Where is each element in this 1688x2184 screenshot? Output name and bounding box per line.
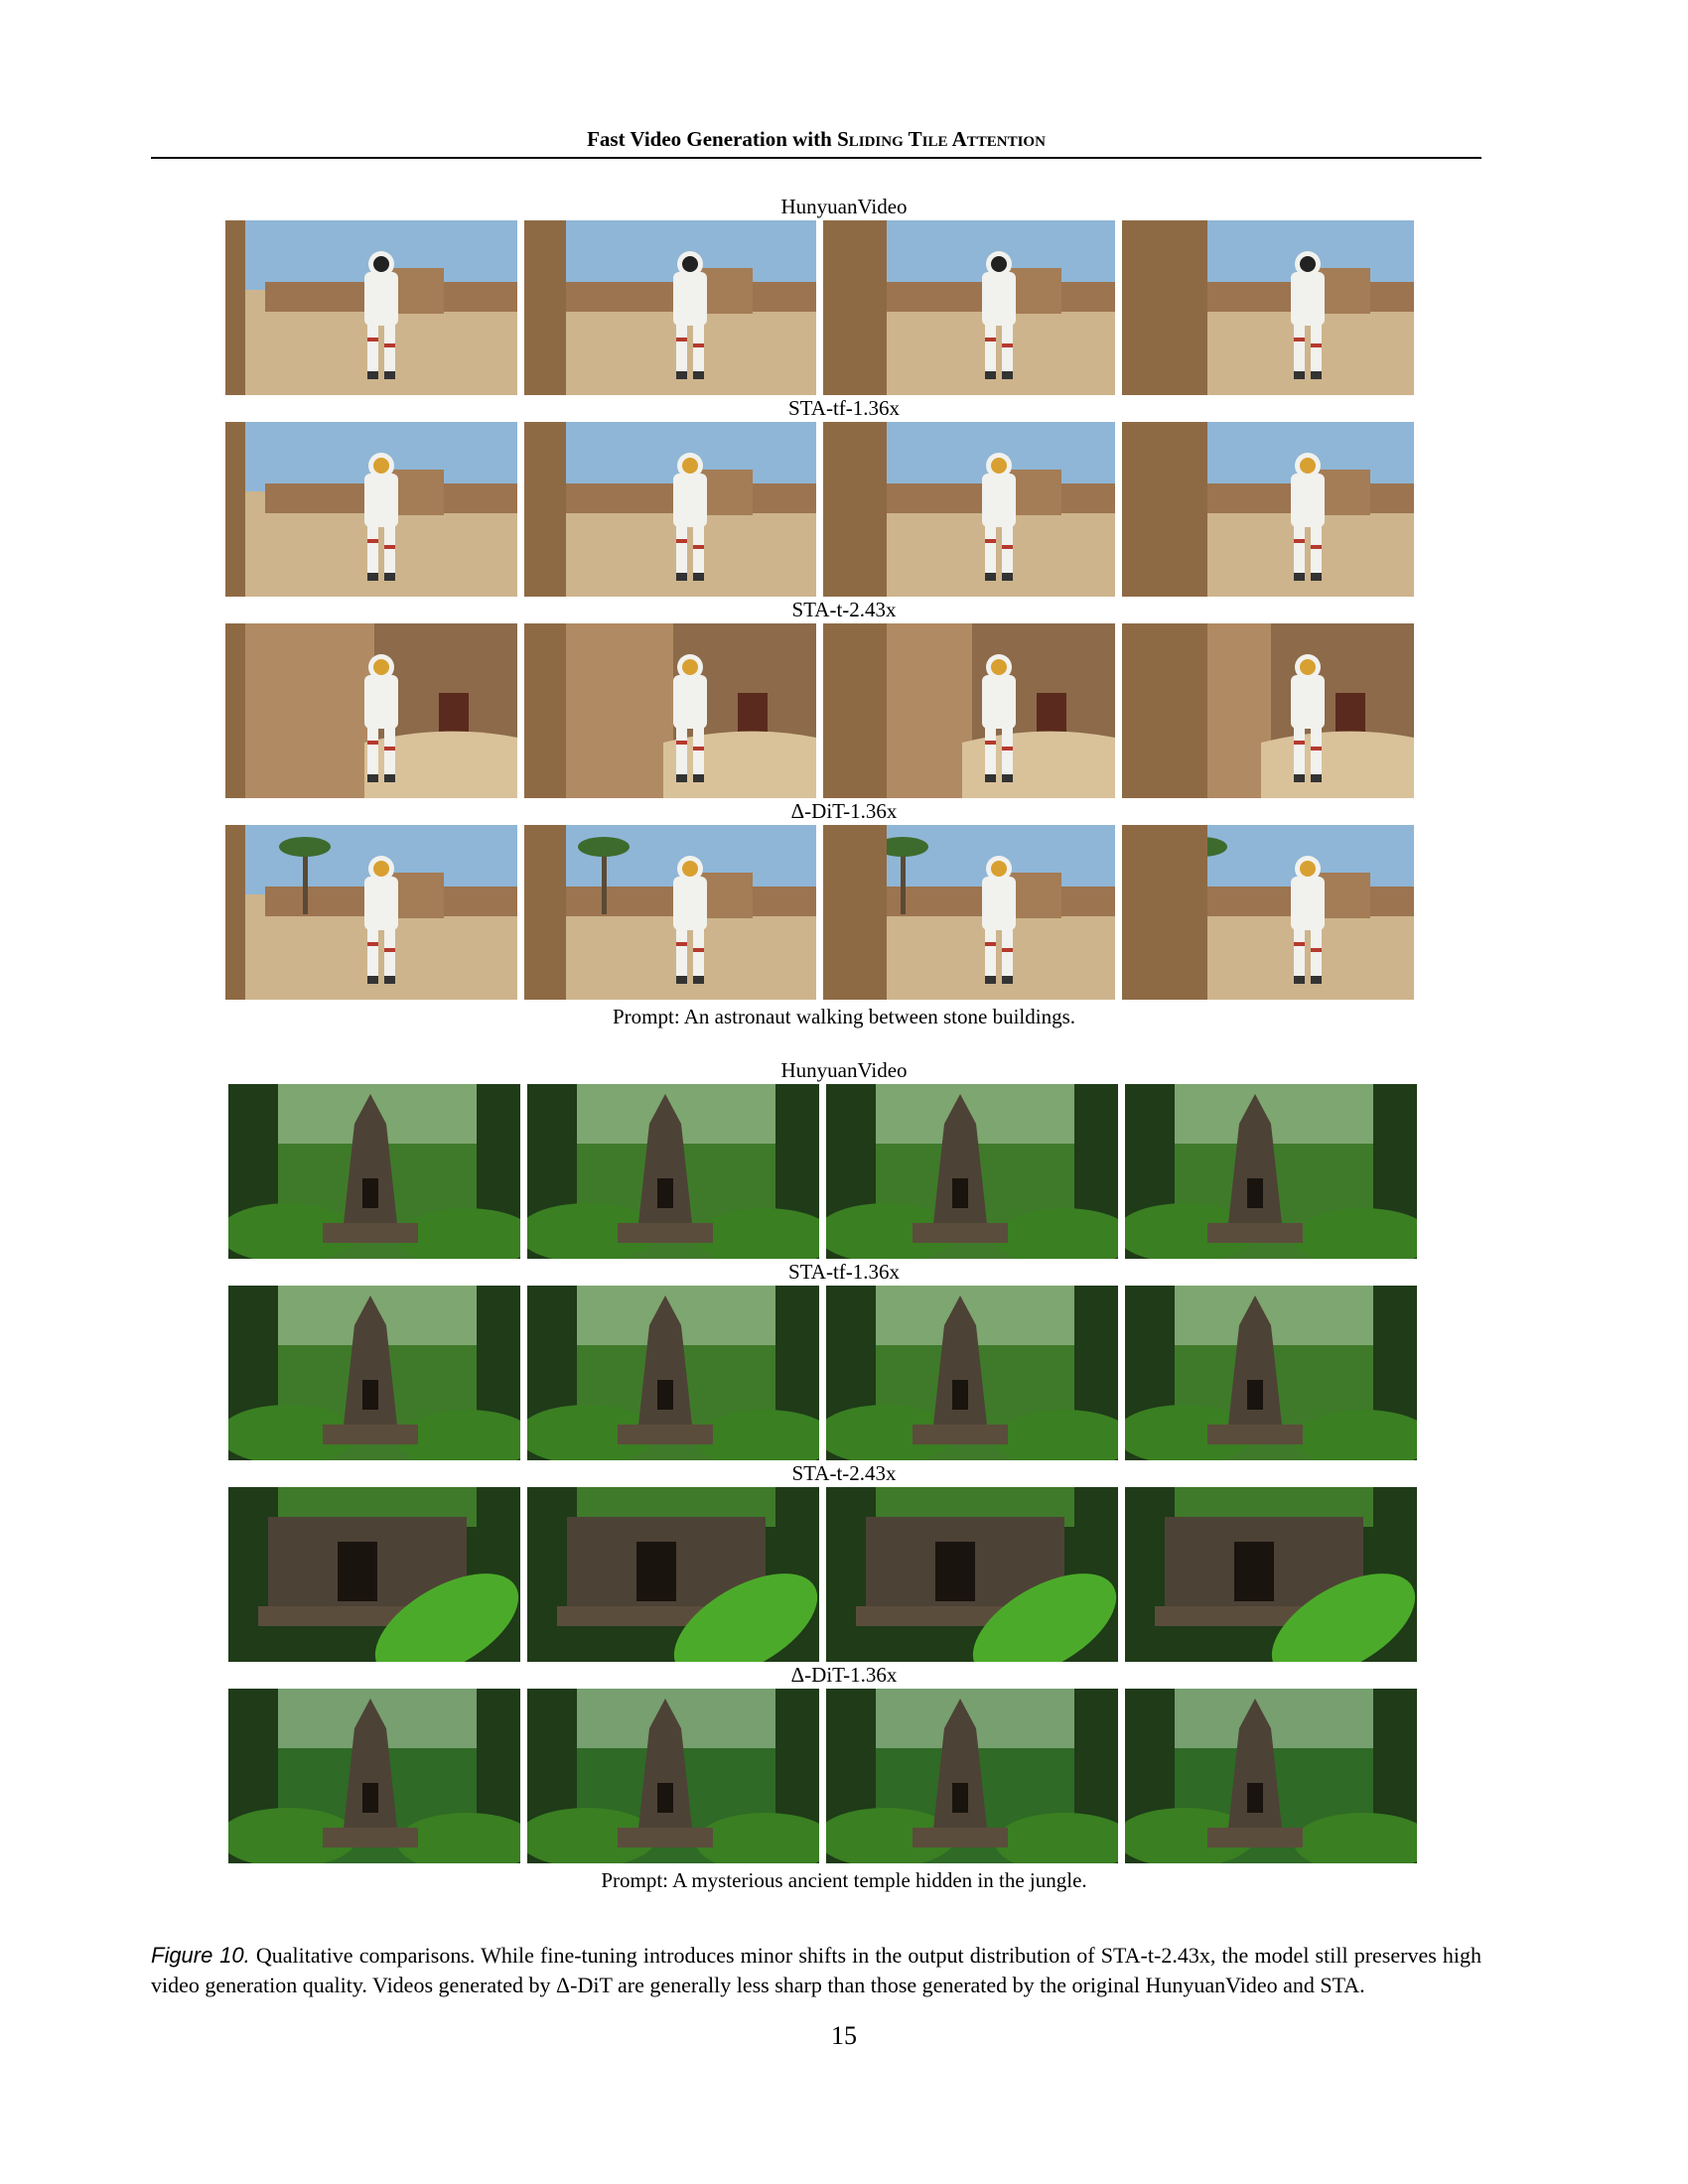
video-frame-image	[1122, 825, 1414, 1000]
prompt-text: Prompt: An astronaut walking between sto…	[612, 1005, 1076, 1028]
video-frame	[228, 1286, 520, 1460]
video-frame	[527, 1286, 819, 1460]
video-frame-image	[228, 1084, 520, 1259]
video-frame	[1122, 623, 1414, 798]
figure-caption: Figure 10. Qualitative comparisons. Whil…	[151, 1941, 1481, 2000]
video-frame-image	[225, 220, 517, 395]
row-label: Δ-DiT-1.36x	[790, 1663, 898, 1687]
video-frame	[1122, 422, 1414, 597]
caption-label: Figure 10.	[151, 1943, 250, 1968]
video-frame	[228, 1487, 520, 1662]
video-frame	[524, 220, 816, 395]
page-number: 15	[831, 2021, 857, 2050]
video-frame-image	[1125, 1689, 1417, 1863]
video-frame-image	[1122, 422, 1414, 597]
video-frame	[823, 422, 1115, 597]
video-frame-image	[524, 623, 816, 798]
video-frame-image	[823, 623, 1115, 798]
video-frame-image	[225, 422, 517, 597]
video-frame-image	[1125, 1286, 1417, 1460]
video-frame-image	[524, 220, 816, 395]
video-frame-image	[1125, 1084, 1417, 1259]
header-rule	[151, 157, 1481, 159]
video-frame-image	[524, 422, 816, 597]
video-frame	[1122, 220, 1414, 395]
video-frame	[527, 1084, 819, 1259]
video-frame	[1125, 1084, 1417, 1259]
running-head: Fast Video Generation with Sliding Tile …	[151, 127, 1481, 152]
row-label: HunyuanVideo	[780, 1058, 908, 1082]
video-frame-image	[826, 1084, 1118, 1259]
video-frame	[524, 422, 816, 597]
video-frame	[225, 422, 517, 597]
video-frame-image	[527, 1487, 819, 1662]
video-frame-image	[1125, 1487, 1417, 1662]
frame-strip	[228, 1286, 1417, 1460]
video-frame	[826, 1286, 1118, 1460]
video-frame	[225, 220, 517, 395]
video-frame-image	[228, 1689, 520, 1863]
video-frame-image	[826, 1487, 1118, 1662]
video-frame	[823, 825, 1115, 1000]
video-frame-image	[228, 1487, 520, 1662]
video-frame	[527, 1487, 819, 1662]
video-frame	[228, 1084, 520, 1259]
running-head-smallcaps: Sliding Tile Attention	[837, 127, 1046, 151]
video-frame	[823, 623, 1115, 798]
video-frame	[1125, 1487, 1417, 1662]
video-frame-image	[823, 825, 1115, 1000]
video-frame-image	[823, 422, 1115, 597]
video-frame-image	[527, 1084, 819, 1259]
video-frame	[524, 825, 816, 1000]
caption-text: Qualitative comparisons. While fine-tuni…	[151, 1943, 1482, 1997]
prompt-text: Prompt: A mysterious ancient temple hidd…	[601, 1868, 1087, 1892]
video-frame-image	[1122, 220, 1414, 395]
row-label: STA-tf-1.36x	[787, 396, 901, 420]
video-frame	[1125, 1286, 1417, 1460]
frame-strip	[225, 422, 1414, 597]
row-label: STA-tf-1.36x	[787, 1260, 901, 1284]
video-frame-image	[524, 825, 816, 1000]
frame-strip	[228, 1084, 1417, 1259]
video-frame	[823, 220, 1115, 395]
video-frame-image	[225, 623, 517, 798]
video-frame	[225, 825, 517, 1000]
video-frame-image	[826, 1689, 1118, 1863]
frame-strip	[228, 1487, 1417, 1662]
video-frame	[225, 623, 517, 798]
video-frame	[228, 1689, 520, 1863]
video-frame-image	[823, 220, 1115, 395]
video-frame	[1122, 825, 1414, 1000]
running-head-prefix: Fast Video Generation with	[587, 127, 832, 151]
frame-strip	[228, 1689, 1417, 1863]
row-label: STA-t-2.43x	[791, 598, 897, 621]
video-frame-image	[1122, 623, 1414, 798]
video-frame	[826, 1084, 1118, 1259]
video-frame	[524, 623, 816, 798]
row-label: Δ-DiT-1.36x	[790, 799, 898, 823]
video-frame	[826, 1487, 1118, 1662]
video-frame-image	[527, 1286, 819, 1460]
video-frame-image	[225, 825, 517, 1000]
frame-strip	[225, 623, 1414, 798]
row-label: STA-t-2.43x	[791, 1461, 897, 1485]
row-label: HunyuanVideo	[780, 195, 908, 218]
frame-strip	[225, 220, 1414, 395]
video-frame	[826, 1689, 1118, 1863]
video-frame	[527, 1689, 819, 1863]
frame-strip	[225, 825, 1414, 1000]
video-frame	[1125, 1689, 1417, 1863]
video-frame-image	[826, 1286, 1118, 1460]
video-frame-image	[527, 1689, 819, 1863]
video-frame-image	[228, 1286, 520, 1460]
